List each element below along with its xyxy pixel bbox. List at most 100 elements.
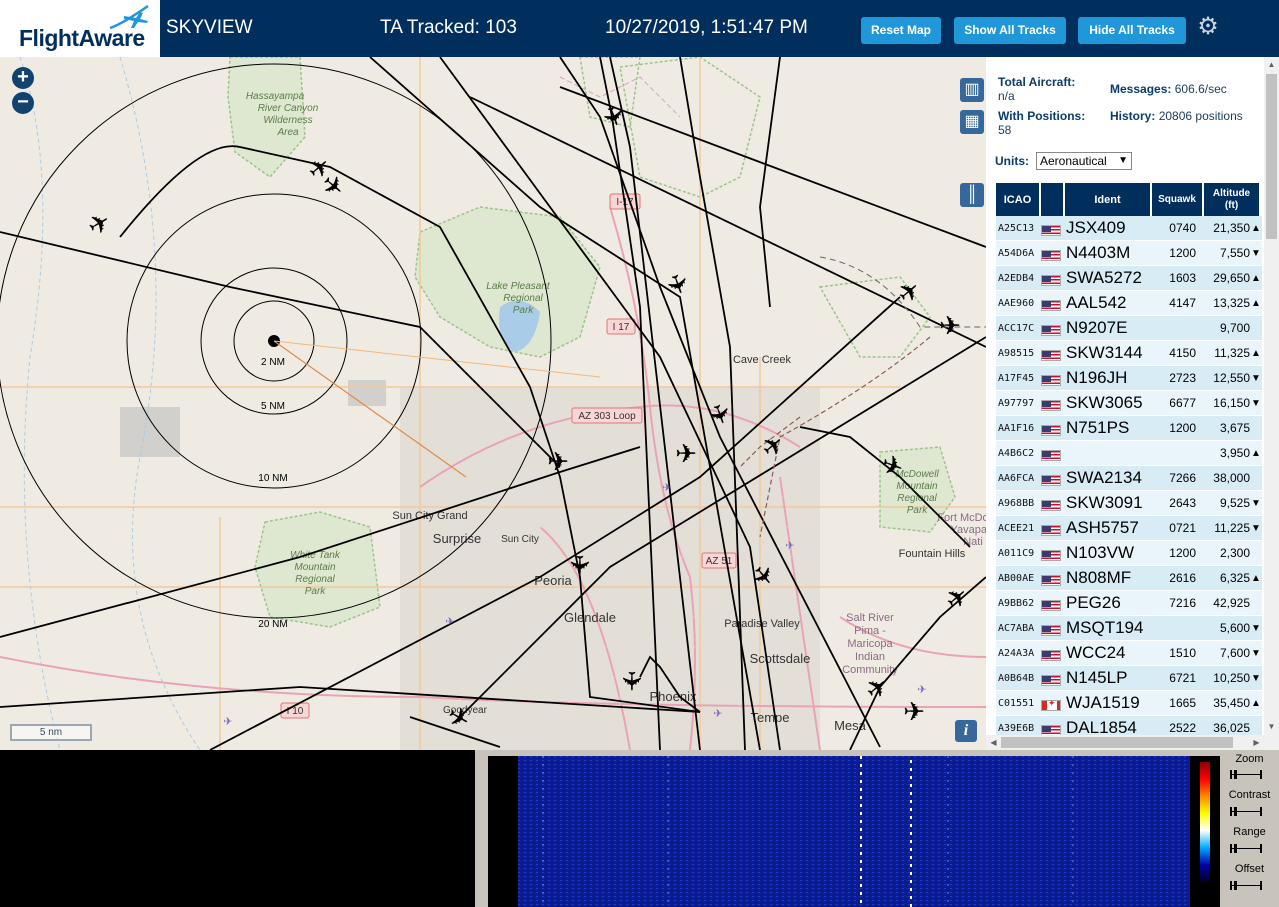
slider-knob[interactable] [1234, 807, 1237, 816]
map-canvas[interactable]: Hassayampa River Canyon Wilderness Area … [0, 57, 986, 750]
cell-altitude: 42,925 [1213, 596, 1250, 610]
cell-squawk: 1510 [1169, 646, 1196, 660]
aircraft-icon[interactable]: ✈ [675, 440, 697, 470]
table-row[interactable]: A39E6B DAL1854 2522 36,025 [996, 716, 1262, 736]
cell-squawk: 6721 [1169, 671, 1196, 685]
hide-all-tracks-button[interactable]: Hide All Tracks [1078, 17, 1186, 44]
tracked-count: TA Tracked: 103 [380, 17, 517, 38]
zoom-control-label: Zoom [1235, 753, 1264, 765]
range-slider[interactable] [1230, 844, 1262, 853]
scroll-down-icon[interactable]: ▼ [1264, 719, 1279, 734]
info-icon[interactable]: i [955, 720, 977, 742]
us-flag-icon [1041, 724, 1061, 736]
table-row[interactable]: A4B6C2 3,950 ▲ [996, 441, 1262, 466]
cell-squawk: 2643 [1169, 496, 1196, 510]
scrollbar-thumb[interactable] [1266, 74, 1277, 239]
country-flag-icon [1041, 248, 1063, 261]
zoom-slider[interactable] [1230, 770, 1262, 779]
cell-squawk: 2616 [1169, 571, 1196, 585]
scrollbar-thumb[interactable] [1001, 737, 1233, 748]
aircraft-icon[interactable]: ✈ [903, 698, 925, 728]
zoom-in-button[interactable]: + [12, 67, 34, 89]
table-row[interactable]: A011C9 N103VW 1200 2,300 [996, 541, 1262, 566]
table-row[interactable]: AB00AE N808MF 2616 6,325 ▲ [996, 566, 1262, 591]
slider-knob[interactable] [1234, 770, 1237, 779]
aircraft-icon[interactable]: ✈ [616, 670, 646, 692]
label-salt-river: Salt River [846, 612, 894, 624]
scroll-up-icon[interactable]: ▲ [1264, 57, 1279, 72]
canada-flag-icon [1041, 698, 1061, 711]
table-row[interactable]: ACC17C N9207E 9,700 [996, 316, 1262, 341]
cell-squawk: 1200 [1169, 246, 1196, 260]
settings-gear-icon[interactable]: ⚙ [1196, 15, 1220, 39]
cell-squawk: 0740 [1169, 221, 1196, 235]
cell-icao: A2EDB4 [998, 272, 1035, 284]
aircraft-icon[interactable]: ✈ [939, 312, 961, 342]
scroll-right-icon[interactable]: ▶ [1249, 735, 1264, 750]
messages-stat: Messages: 606.6/sec [1110, 82, 1227, 96]
range-control-label: Range [1233, 826, 1266, 838]
column-header-flag[interactable] [1041, 183, 1063, 216]
table-row[interactable]: A9BB62 PEG26 7216 42,925 [996, 591, 1262, 616]
aircraft-icon[interactable]: ✈ [547, 448, 569, 478]
ring-label-20nm: 20 NM [258, 619, 287, 630]
table-row[interactable]: A968BB SKW3091 2643 9,525 ▼ [996, 491, 1262, 516]
table-row[interactable]: ACEE21 ASH5757 0721 11,225 ▼ [996, 516, 1262, 541]
slider-knob[interactable] [1234, 881, 1237, 890]
column-header-ident[interactable]: Ident [1065, 183, 1150, 216]
waterfall-spectrogram[interactable] [518, 756, 1190, 907]
units-select[interactable]: Aeronautical ▼ [1036, 152, 1132, 170]
cell-ident: WJA1519 [1066, 693, 1140, 712]
show-all-tracks-button[interactable]: Show All Tracks [954, 17, 1066, 44]
table-row[interactable]: A25C13 JSX409 0740 21,350 ▲ [996, 216, 1262, 241]
cell-squawk: 4150 [1169, 346, 1196, 360]
offset-slider[interactable] [1230, 881, 1262, 890]
cell-altitude: 21,350 [1213, 221, 1250, 235]
panel-horizontal-scrollbar[interactable]: ◀ ▶ [986, 735, 1264, 750]
label-lake-pleasant-2: Regional [503, 293, 543, 304]
table-header: ICAO Ident Squawk Altitude (ft) [996, 183, 1262, 216]
us-flag-icon [1041, 599, 1061, 611]
column-header-altitude[interactable]: Altitude (ft) [1204, 183, 1259, 216]
cell-icao: A0B64B [998, 672, 1035, 684]
table-row[interactable]: A54D6A N4403M 1200 7,550 ▼ [996, 241, 1262, 266]
table-row[interactable]: A24A3A WCC24 1510 7,600 ▼ [996, 641, 1262, 666]
map-layers-icon[interactable]: ▥ [960, 78, 984, 102]
aircraft-table: ICAO Ident Squawk Altitude (ft) A25C13 JSX… [996, 183, 1262, 736]
table-row[interactable]: A97797 SKW3065 6677 16,150 ▼ [996, 391, 1262, 416]
label-hassayampa-4: Area [276, 127, 299, 138]
table-row[interactable]: AC7ABA MSQT194 5,600 ▼ [996, 616, 1262, 641]
cell-ident: N196JH [1066, 368, 1128, 387]
cell-ident: SKW3091 [1066, 493, 1143, 512]
table-row[interactable]: A17F45 N196JH 2723 12,550 ▼ [996, 366, 1262, 391]
map-view[interactable]: Hassayampa River Canyon Wilderness Area … [0, 57, 986, 750]
columns-icon[interactable]: ║ [960, 183, 984, 207]
history-label: History: [1110, 109, 1156, 123]
country-flag-icon [1041, 473, 1063, 486]
column-header-icao[interactable]: ICAO [996, 183, 1039, 216]
column-header-squawk[interactable]: Squawk [1152, 183, 1202, 216]
cell-altitude: 12,550 [1213, 371, 1250, 385]
table-row[interactable]: A2EDB4 SWA5272 1603 29,650 ▲ [996, 266, 1262, 291]
label-cave-creek: Cave Creek [733, 354, 792, 366]
slider-knob[interactable] [1234, 844, 1237, 853]
scroll-left-icon[interactable]: ◀ [986, 735, 1001, 750]
contrast-slider[interactable] [1230, 807, 1262, 816]
table-row[interactable]: A0B64B N145LP 6721 10,250 ▼ [996, 666, 1262, 691]
table-row[interactable]: AA1F16 N751PS 1200 3,675 [996, 416, 1262, 441]
country-flag-icon [1041, 648, 1063, 661]
grid-icon[interactable]: ▦ [960, 110, 984, 134]
zoom-out-button[interactable]: − [12, 92, 34, 114]
table-row[interactable]: C01551 WJA1519 1665 35,450▲ [996, 691, 1262, 716]
aircraft-icon[interactable]: ✈ [564, 554, 594, 576]
us-flag-icon [1041, 624, 1061, 636]
panel-vertical-scrollbar[interactable]: ▲ ▼ [1264, 57, 1279, 750]
table-row[interactable]: A98515 SKW3144 4150 11,325 ▲ [996, 341, 1262, 366]
reset-map-button[interactable]: Reset Map [861, 17, 941, 44]
table-row[interactable]: AA6FCA SWA2134 7266 38,000 [996, 466, 1262, 491]
table-row[interactable]: AAE960 AAL542 4147 13,325 ▲ [996, 291, 1262, 316]
country-flag-icon [1041, 723, 1063, 736]
label-fountain-hills: Fountain Hills [899, 548, 966, 560]
flightaware-logo[interactable]: FlightAware [0, 0, 160, 57]
units-selected-value: Aeronautical [1040, 154, 1107, 168]
